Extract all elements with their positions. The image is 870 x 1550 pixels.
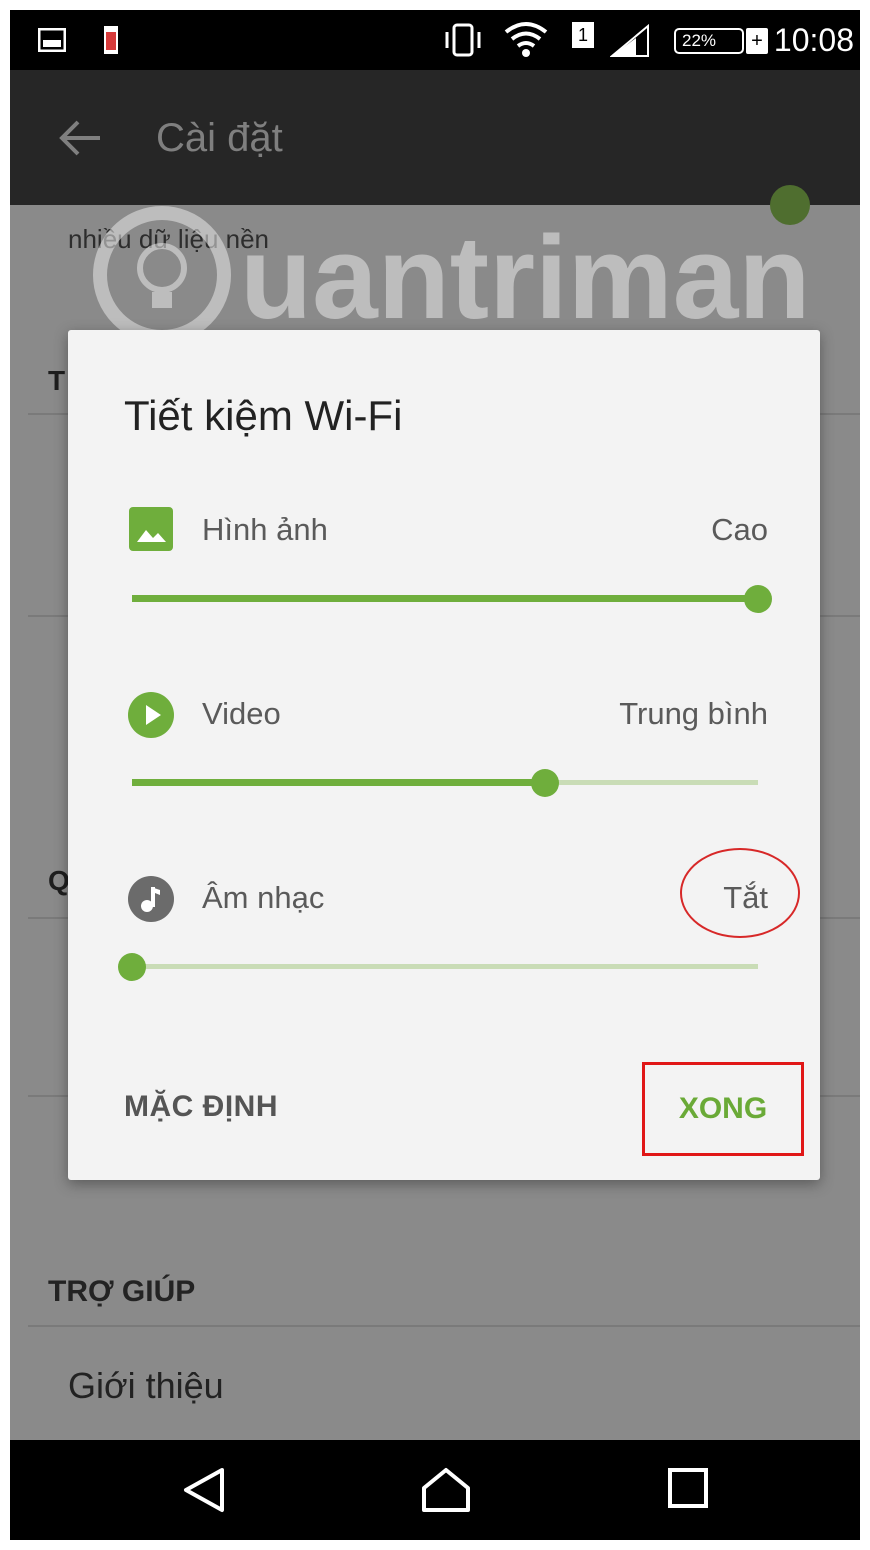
clock: 10:08 bbox=[773, 22, 854, 58]
option-label-music: Âm nhạc bbox=[202, 880, 325, 915]
navigation-bar bbox=[10, 1440, 860, 1540]
option-value-video: Trung bình bbox=[619, 696, 768, 731]
back-arrow-icon[interactable] bbox=[58, 118, 102, 158]
signal-icon bbox=[610, 24, 649, 57]
vibrate-icon bbox=[445, 23, 481, 57]
slider-track bbox=[132, 964, 758, 969]
app-bar: Cài đặt bbox=[10, 70, 860, 205]
slider-fill bbox=[132, 595, 758, 602]
battery-level: 22% bbox=[682, 31, 717, 50]
music-slider[interactable] bbox=[118, 950, 758, 984]
sim-icon: 1 bbox=[572, 22, 594, 48]
wifi-saver-dialog: Tiết kiệm Wi-Fi Hình ảnh Cao Video Trung… bbox=[68, 330, 820, 1180]
default-button[interactable]: MẶC ĐỊNH bbox=[124, 1090, 278, 1124]
option-value-images: Cao bbox=[711, 512, 768, 547]
phone-screen: 1 22% + 10:08 Cài đặt nhiều dữ liệu nền … bbox=[10, 10, 860, 1540]
status-bar: 1 22% + 10:08 bbox=[10, 10, 860, 70]
images-slider[interactable] bbox=[132, 582, 772, 616]
wifi-icon bbox=[504, 22, 548, 57]
slider-thumb[interactable] bbox=[531, 769, 560, 797]
help-section-header: TRỢ GIÚP bbox=[48, 1275, 196, 1308]
highlight-ellipse bbox=[680, 848, 800, 938]
home-icon[interactable] bbox=[420, 1466, 472, 1514]
battery-alert-icon bbox=[104, 26, 118, 54]
watermark-text: uantrimang bbox=[240, 212, 810, 344]
option-label-images: Hình ảnh bbox=[202, 512, 328, 547]
slider-thumb[interactable] bbox=[118, 953, 146, 981]
page-title: Cài đặt bbox=[156, 116, 283, 160]
option-label-video: Video bbox=[202, 696, 281, 731]
gallery-notification-icon bbox=[38, 28, 66, 52]
slider-thumb[interactable] bbox=[744, 585, 772, 613]
play-icon bbox=[128, 692, 174, 738]
about-item[interactable]: Giới thiệu bbox=[68, 1365, 224, 1407]
section-header-partial: T bbox=[48, 365, 66, 396]
charging-icon: + bbox=[746, 28, 768, 54]
back-icon[interactable] bbox=[180, 1466, 228, 1514]
dialog-title: Tiết kiệm Wi-Fi bbox=[124, 392, 403, 439]
music-note-icon bbox=[128, 876, 174, 922]
battery-icon: 22% bbox=[674, 28, 744, 54]
divider bbox=[28, 1325, 860, 1327]
recents-icon[interactable] bbox=[666, 1466, 710, 1510]
done-button[interactable]: XONG bbox=[642, 1062, 804, 1156]
image-icon bbox=[129, 507, 173, 551]
slider-fill bbox=[132, 779, 546, 786]
section-header-partial: Q bbox=[48, 865, 70, 896]
video-slider[interactable] bbox=[132, 766, 758, 800]
quantrimang-watermark: uantrimang bbox=[93, 206, 810, 344]
